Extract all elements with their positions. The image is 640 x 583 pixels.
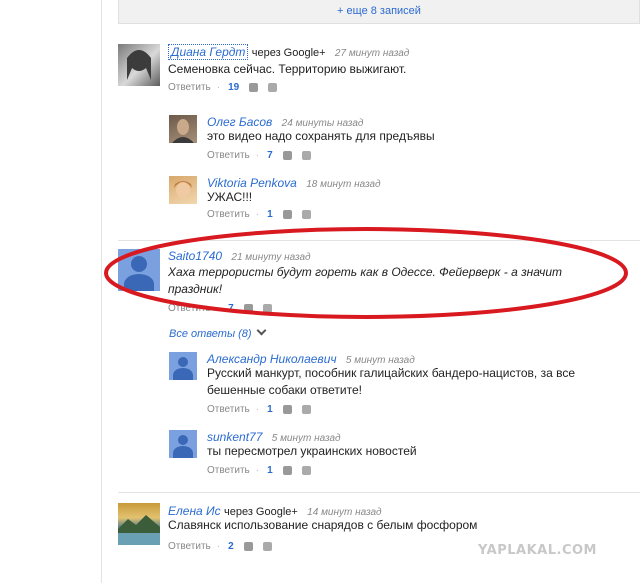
all-answers-label: Все ответы (8) <box>169 328 252 340</box>
comment-sunkent: sunkent77 5 минут назад ты пересмотрел у… <box>169 430 629 478</box>
thumb-down-icon[interactable] <box>262 541 272 551</box>
comment-via: через Google+ <box>251 47 326 59</box>
avatar[interactable] <box>169 176 197 204</box>
comment-text: ты пересмотрел украинских новостей <box>207 444 417 458</box>
thumb-down-icon[interactable] <box>301 404 311 414</box>
comment-viktoria: Viktoria Penkova 18 минут назад УЖАС!!! … <box>169 176 629 221</box>
more-entries-link[interactable]: + еще 8 записей <box>119 5 639 17</box>
comment-oleg: Олег Басов 24 минуты назад это видео над… <box>169 115 629 165</box>
comment-author[interactable]: Viktoria Penkova <box>207 176 297 190</box>
photo-avatar-icon <box>174 181 192 198</box>
reply-button[interactable]: Ответить <box>207 209 250 220</box>
default-user-icon[interactable] <box>169 352 197 380</box>
comment-text: УЖАС!!! <box>207 190 253 204</box>
divider <box>118 492 640 493</box>
chevron-down-icon <box>256 325 266 336</box>
avatar[interactable] <box>118 503 160 545</box>
more-entries-bar: + еще 8 записей <box>118 0 640 24</box>
comment-diana: Диана Гердт через Google+ 27 минут назад… <box>118 44 638 99</box>
avatar[interactable] <box>118 44 160 86</box>
comment-author[interactable]: sunkent77 <box>207 430 262 444</box>
photo-avatar-icon <box>172 119 194 143</box>
thumb-up-icon[interactable] <box>282 150 292 160</box>
photo-avatar-icon <box>127 50 151 80</box>
all-answers-toggle[interactable]: Все ответы (8) <box>169 325 266 340</box>
comment-text: Русский манкурт, пособник галицайских ба… <box>207 366 575 397</box>
thumb-up-icon[interactable] <box>249 82 259 92</box>
comment-text: Славянск использование снарядов с белым … <box>168 518 478 532</box>
like-count: 1 <box>267 404 273 415</box>
comment-time[interactable]: 27 минут назад <box>335 48 409 59</box>
comment-text: это видео надо сохранять для предъявы <box>207 129 435 143</box>
comment-text: Семеновка сейчас. Территорию выжигают. <box>168 62 407 76</box>
thumb-up-icon[interactable] <box>282 404 292 414</box>
reply-button[interactable]: Ответить <box>168 541 211 552</box>
watermark: YAPLAKAL.COM <box>478 543 597 558</box>
comment-author[interactable]: Олег Басов <box>207 115 272 129</box>
thumb-up-icon[interactable] <box>282 465 292 475</box>
default-user-icon[interactable] <box>169 430 197 458</box>
highlight-oval <box>104 227 628 319</box>
avatar[interactable] <box>169 115 197 143</box>
reply-button[interactable]: Ответить <box>207 150 250 161</box>
thumb-down-icon[interactable] <box>301 465 311 475</box>
like-count: 19 <box>228 82 240 93</box>
like-count: 1 <box>267 209 273 220</box>
comment-author[interactable]: Елена Ис <box>168 504 221 518</box>
reply-button[interactable]: Ответить <box>168 82 211 93</box>
reply-button[interactable]: Ответить <box>207 465 250 476</box>
thumb-down-icon[interactable] <box>301 150 311 160</box>
comment-author[interactable]: Диана Гердт <box>168 44 249 60</box>
comment-alexander: Александр Николаевич 5 минут назад Русск… <box>169 352 629 417</box>
like-count: 7 <box>267 150 273 161</box>
thumb-down-icon[interactable] <box>301 209 311 219</box>
like-count: 2 <box>228 541 234 552</box>
reply-button[interactable]: Ответить <box>207 404 250 415</box>
thumb-up-icon[interactable] <box>243 541 253 551</box>
landscape-avatar-icon <box>118 515 160 545</box>
thumb-up-icon[interactable] <box>282 209 292 219</box>
like-count: 1 <box>267 465 273 476</box>
comment-author[interactable]: Александр Николаевич <box>207 352 337 366</box>
thumb-down-icon[interactable] <box>268 82 278 92</box>
